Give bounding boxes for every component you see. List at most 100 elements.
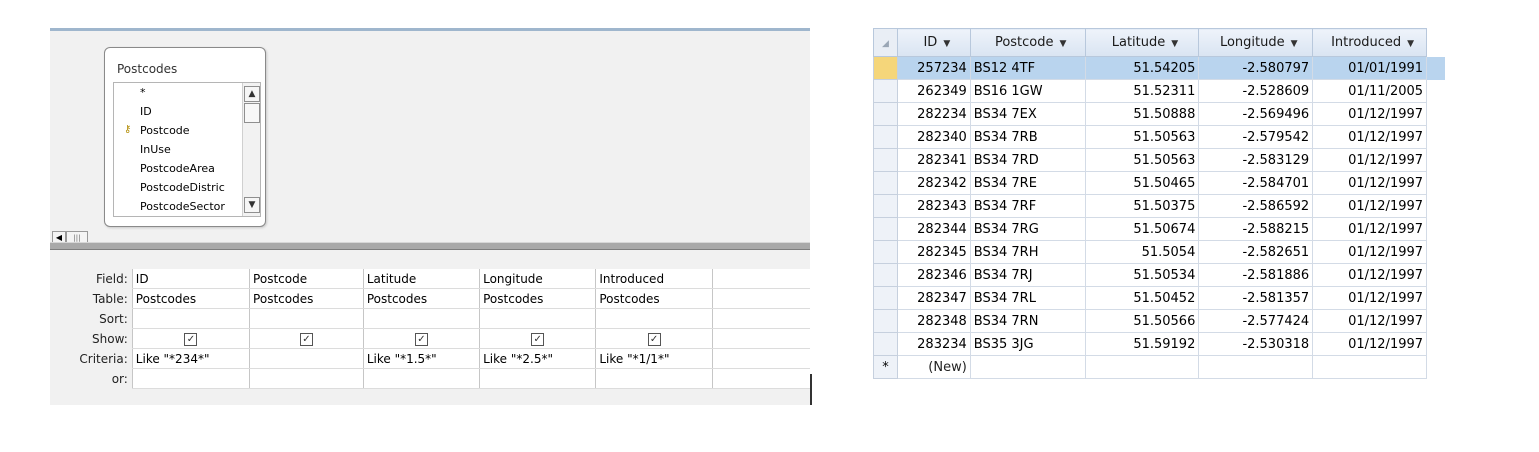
table-cell[interactable]: BS34 7EX [969, 102, 1086, 126]
table-cell[interactable]: -2.579542 [1198, 125, 1314, 149]
record-selector[interactable] [873, 125, 898, 149]
table-cell[interactable]: BS34 7RE [969, 171, 1086, 195]
table-cell[interactable]: 51.50375 [1084, 194, 1200, 218]
grid-sort-cell[interactable] [595, 308, 713, 329]
grid-table-cell[interactable]: Postcodes [595, 288, 713, 309]
grid-field-cell[interactable]: Longitude [479, 269, 596, 289]
table-cell[interactable]: 51.50563 [1084, 148, 1200, 172]
table-cell[interactable]: 51.50465 [1084, 171, 1200, 195]
table-cell[interactable]: -2.569496 [1198, 102, 1314, 126]
table-cell[interactable]: 01/12/1997 [1312, 309, 1428, 333]
grid-field-cell[interactable]: ID [131, 269, 250, 289]
table-cell[interactable]: 01/12/1997 [1312, 286, 1428, 310]
field-list-scrollbar[interactable]: ▲ ▼ [242, 83, 260, 216]
field-list-item[interactable]: Postcode [140, 124, 190, 137]
table-cell[interactable]: BS34 7RG [969, 217, 1086, 241]
dropdown-arrow-icon[interactable]: ▼ [1407, 39, 1414, 49]
grid-field-cell[interactable] [711, 269, 810, 289]
table-cell[interactable]: -2.581886 [1198, 263, 1314, 287]
record-selector[interactable] [873, 79, 898, 103]
table-pane[interactable]: Postcodes ⚷ * ID Postcode InUse Postcode… [50, 28, 810, 245]
grid-field-cell[interactable]: Introduced [595, 269, 713, 289]
grid-table-cell[interactable]: Postcodes [249, 288, 364, 309]
table-cell[interactable]: BS34 7RB [969, 125, 1086, 149]
table-cell[interactable]: 01/12/1997 [1312, 125, 1428, 149]
table-cell[interactable]: 01/12/1997 [1312, 102, 1428, 126]
table-cell[interactable]: -2.582651 [1198, 240, 1314, 264]
table-cell[interactable]: 257234 [896, 56, 971, 80]
table-cell[interactable]: 262349 [896, 79, 971, 103]
table-cell[interactable]: BS34 7RJ [969, 263, 1086, 287]
table-cell[interactable]: BS12 4TF [969, 56, 1086, 80]
record-selector[interactable] [873, 217, 898, 241]
table-cell[interactable]: 51.50888 [1084, 102, 1200, 126]
table-cell[interactable]: -2.581357 [1198, 286, 1314, 310]
table-cell[interactable]: 282348 [896, 309, 971, 333]
grid-field-cell[interactable]: Postcode [249, 269, 364, 289]
grid-sort-cell[interactable] [362, 308, 480, 329]
record-selector[interactable] [873, 263, 898, 287]
show-checkbox[interactable]: ✓ [414, 333, 428, 346]
table-cell[interactable]: 01/12/1997 [1312, 332, 1428, 356]
table-cell[interactable]: 01/12/1997 [1312, 148, 1428, 172]
table-cell[interactable]: BS34 7RH [969, 240, 1086, 264]
field-list-item[interactable]: PostcodeArea [140, 162, 215, 175]
pane-splitter[interactable] [50, 242, 810, 250]
table-cell[interactable]: 51.50563 [1084, 125, 1200, 149]
table-cell[interactable]: 51.54205 [1084, 56, 1200, 80]
record-selector[interactable] [873, 148, 898, 172]
table-cell[interactable]: -2.588215 [1198, 217, 1314, 241]
new-record-row[interactable]: * (New) [873, 355, 1445, 379]
table-cell[interactable]: 282346 [896, 263, 971, 287]
grid-criteria-cell[interactable] [711, 348, 810, 369]
table-cell[interactable]: -2.580797 [1198, 56, 1314, 80]
grid-or-cell[interactable] [249, 368, 364, 389]
table-cell[interactable]: 01/12/1997 [1312, 263, 1428, 287]
table-cell[interactable]: BS34 7RN [969, 309, 1086, 333]
select-all-corner[interactable]: ◢ [873, 28, 898, 57]
field-list-item[interactable]: * [140, 86, 146, 99]
dropdown-arrow-icon[interactable]: ▼ [1171, 39, 1178, 49]
record-selector[interactable] [873, 171, 898, 195]
field-list-item[interactable]: PostcodeSector [140, 200, 225, 213]
table-cell[interactable]: 51.50534 [1084, 263, 1200, 287]
table-cell[interactable]: 51.50452 [1084, 286, 1200, 310]
grid-or-cell[interactable] [362, 368, 480, 389]
table-cell[interactable]: BS34 7RL [969, 286, 1086, 310]
table-cell[interactable]: 51.52311 [1084, 79, 1200, 103]
show-checkbox[interactable]: ✓ [184, 333, 198, 346]
record-selector[interactable] [873, 194, 898, 218]
record-selector[interactable] [873, 309, 898, 333]
table-cell[interactable]: -2.584701 [1198, 171, 1314, 195]
grid-table-cell[interactable] [711, 288, 810, 309]
record-selector[interactable] [873, 56, 898, 80]
grid-criteria-cell[interactable]: Like "*1/1*" [595, 348, 713, 369]
table-cell[interactable]: -2.577424 [1198, 309, 1314, 333]
table-cell[interactable]: -2.530318 [1198, 332, 1314, 356]
table-cell[interactable]: 282344 [896, 217, 971, 241]
table-cell[interactable]: 282341 [896, 148, 971, 172]
table-cell[interactable]: 282340 [896, 125, 971, 149]
record-selector[interactable] [873, 240, 898, 264]
table-cell[interactable]: 282345 [896, 240, 971, 264]
column-header-id[interactable]: ID ▼ [896, 28, 971, 57]
grid-table-cell[interactable]: Postcodes [362, 288, 480, 309]
grid-or-cell[interactable] [479, 368, 596, 389]
record-selector[interactable] [873, 286, 898, 310]
table-cell[interactable]: -2.583129 [1198, 148, 1314, 172]
table-cell[interactable]: BS16 1GW [969, 79, 1086, 103]
scroll-down-arrow-icon[interactable]: ▼ [244, 197, 260, 213]
grid-or-cell[interactable] [711, 368, 810, 389]
show-checkbox[interactable]: ✓ [647, 333, 661, 346]
scroll-thumb[interactable] [244, 103, 260, 123]
grid-show-cell[interactable] [711, 328, 810, 349]
table-cell[interactable]: 01/12/1997 [1312, 240, 1428, 264]
record-selector[interactable] [873, 332, 898, 356]
table-cell[interactable]: 01/01/1991 [1312, 56, 1428, 80]
table-cell[interactable]: BS34 7RD [969, 148, 1086, 172]
grid-criteria-cell[interactable]: Like "*1.5*" [362, 348, 480, 369]
table-cell[interactable]: 51.5054 [1084, 240, 1200, 264]
table-cell[interactable]: 282342 [896, 171, 971, 195]
table-cell[interactable]: -2.586592 [1198, 194, 1314, 218]
show-checkbox[interactable]: ✓ [531, 333, 545, 346]
